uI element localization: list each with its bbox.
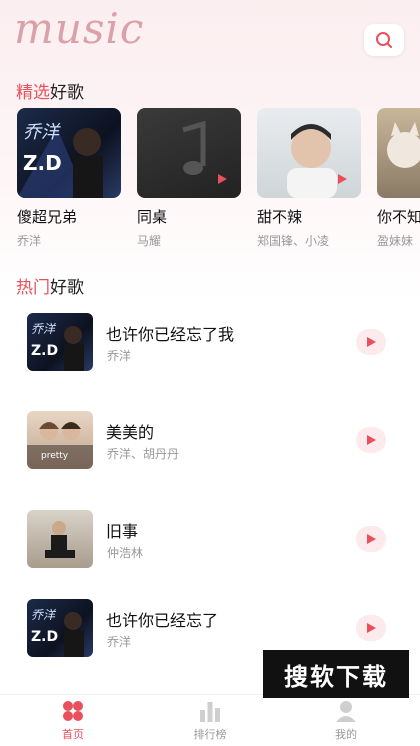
song-title: 也许你已经忘了 xyxy=(106,611,219,630)
featured-title-rest: 好歌 xyxy=(50,83,84,103)
featured-carousel[interactable]: 乔洋 Z.D 傻超兄弟 乔洋 同桌 马耀 甜不辣 郑国锋、小凌 你不知 盈妹妹 xyxy=(0,108,420,248)
play-icon xyxy=(367,337,376,347)
featured-title: 甜不辣 xyxy=(257,208,303,226)
featured-cover xyxy=(377,108,420,198)
song-cover: 乔洋 Z.D xyxy=(27,599,93,657)
song-artist: 乔洋 xyxy=(107,349,132,363)
featured-cover xyxy=(257,108,361,198)
featured-title-accent: 精选 xyxy=(16,83,50,103)
featured-cover xyxy=(137,108,241,198)
play-button[interactable] xyxy=(356,615,386,641)
featured-artist: 盈妹妹 xyxy=(377,234,414,248)
featured-title: 傻超兄弟 xyxy=(17,208,78,226)
song-cover xyxy=(27,510,93,568)
featured-artist: 郑国锋、小凌 xyxy=(257,234,330,248)
album-art: 乔洋 Z.D xyxy=(17,122,103,198)
search-icon xyxy=(376,32,392,48)
nav-mine[interactable]: 我的 xyxy=(306,699,386,745)
svg-text:乔洋: 乔洋 xyxy=(23,122,61,143)
song-row[interactable]: 乔洋 Z.D 也许你已经忘了我 乔洋 xyxy=(0,305,420,375)
album-art: pretty xyxy=(27,422,93,469)
song-row[interactable]: 旧事 仲浩林 xyxy=(0,502,420,572)
play-icon xyxy=(367,534,376,544)
nav-rank[interactable]: 排行榜 xyxy=(170,699,250,745)
song-title: 也许你已经忘了我 xyxy=(106,325,235,344)
featured-title: 你不知 xyxy=(377,208,420,226)
nav-home[interactable]: 首页 xyxy=(33,699,113,745)
song-cover: 乔洋 Z.D xyxy=(27,313,93,371)
featured-card[interactable]: 乔洋 Z.D 傻超兄弟 乔洋 xyxy=(17,108,121,248)
app-logo: music xyxy=(14,4,145,53)
play-icon xyxy=(367,435,376,445)
home-icon xyxy=(60,699,86,723)
album-art xyxy=(45,521,75,558)
hot-title-rest: 好歌 xyxy=(50,278,84,298)
song-cover: pretty xyxy=(27,411,93,469)
featured-section-title: 精选好歌 xyxy=(16,78,84,103)
svg-text:Z.D: Z.D xyxy=(23,151,62,175)
search-button[interactable] xyxy=(364,24,404,56)
featured-card[interactable]: 你不知 盈妹妹 xyxy=(377,108,420,248)
user-icon xyxy=(333,699,359,723)
play-button[interactable] xyxy=(356,526,386,552)
song-row[interactable]: pretty 美美的 乔洋、胡丹丹 xyxy=(0,403,420,473)
svg-text:Z.D: Z.D xyxy=(31,343,58,359)
play-button[interactable] xyxy=(356,427,386,453)
featured-artist: 乔洋 xyxy=(17,234,42,248)
hot-title-accent: 热门 xyxy=(16,278,50,298)
play-button[interactable] xyxy=(356,329,386,355)
featured-cover: 乔洋 Z.D xyxy=(17,108,121,198)
featured-card[interactable]: 同桌 马耀 xyxy=(137,108,241,248)
svg-text:Z.D: Z.D xyxy=(31,629,58,645)
cover-text: pretty xyxy=(41,451,69,461)
nav-mine-label: 我的 xyxy=(335,728,357,741)
song-title: 旧事 xyxy=(106,522,139,541)
song-title: 美美的 xyxy=(106,423,155,442)
album-art: 乔洋 Z.D xyxy=(31,322,84,371)
song-artist: 仲浩林 xyxy=(107,546,144,560)
song-artist: 乔洋 xyxy=(107,635,132,649)
play-icon[interactable] xyxy=(213,172,231,186)
svg-text:乔洋: 乔洋 xyxy=(31,608,57,622)
featured-card[interactable]: 甜不辣 郑国锋、小凌 xyxy=(257,108,361,248)
chart-bars-icon xyxy=(197,699,223,723)
nav-rank-label: 排行榜 xyxy=(193,728,227,741)
play-icon xyxy=(367,623,376,633)
album-art xyxy=(387,122,420,168)
play-icon[interactable] xyxy=(333,172,351,186)
watermark-badge: 搜软下载 xyxy=(263,650,409,698)
featured-title: 同桌 xyxy=(137,208,168,226)
featured-artist: 马耀 xyxy=(137,234,162,248)
bottom-nav: 首页 排行榜 我的 xyxy=(0,694,420,746)
album-art: 乔洋 Z.D xyxy=(31,608,84,657)
svg-text:乔洋: 乔洋 xyxy=(31,322,57,336)
song-artist: 乔洋、胡丹丹 xyxy=(107,447,180,461)
nav-home-label: 首页 xyxy=(62,728,84,741)
hot-section-title: 热门好歌 xyxy=(16,273,84,298)
